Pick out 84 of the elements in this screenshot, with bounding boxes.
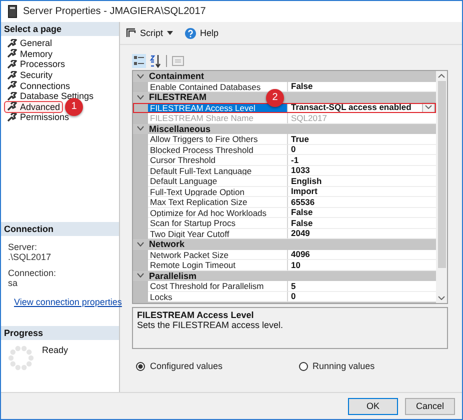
property-name[interactable]: Scan for Startup Procs bbox=[148, 218, 288, 228]
chevron-icon bbox=[137, 126, 144, 132]
help-icon bbox=[185, 28, 196, 38]
spinner-icon bbox=[8, 345, 34, 371]
window-title: Server Properties - JMAGIERA\SQL2017 bbox=[23, 6, 206, 17]
property-name[interactable]: Optimize for Ad hoc Workloads bbox=[148, 208, 288, 218]
property-value[interactable]: 1033 bbox=[291, 165, 310, 176]
sort-icon[interactable] bbox=[148, 54, 162, 68]
property-value[interactable]: 10 bbox=[291, 260, 300, 270]
description-text: Sets the FILESTREAM access level. bbox=[137, 320, 284, 330]
page-item[interactable]: Security bbox=[4, 69, 56, 82]
property-value[interactable]: 4096 bbox=[291, 249, 310, 260]
wrench-icon bbox=[7, 49, 17, 58]
page-item[interactable]: Memory bbox=[4, 48, 56, 60]
wrench-icon bbox=[7, 102, 17, 112]
property-value[interactable]: False bbox=[291, 81, 313, 92]
radio-option[interactable]: Running values bbox=[298, 361, 375, 371]
chevron-icon bbox=[137, 273, 144, 278]
step-badge: 1 bbox=[65, 98, 84, 116]
property-value[interactable]: 5 bbox=[291, 280, 296, 291]
property-name[interactable]: Cursor Threshold bbox=[148, 155, 288, 166]
categorized-icon[interactable] bbox=[132, 54, 146, 68]
property-value[interactable]: -1 bbox=[291, 154, 299, 165]
page-item[interactable]: Connections bbox=[4, 80, 74, 92]
section-header: Connection bbox=[1, 222, 119, 236]
description-title: FILESTREAM Access Level bbox=[137, 310, 255, 320]
property-value[interactable]: 65536 bbox=[291, 196, 315, 207]
property-name[interactable]: Default Language bbox=[148, 176, 288, 186]
wrench-icon bbox=[7, 92, 17, 101]
connection-user: sa bbox=[8, 278, 19, 288]
wrench-icon bbox=[7, 81, 17, 90]
wrench-icon bbox=[7, 70, 17, 80]
dialog-button[interactable]: Cancel bbox=[405, 398, 455, 414]
caret-icon bbox=[167, 31, 174, 35]
page-item[interactable]: Processors bbox=[4, 58, 68, 70]
server-name: .\SQL2017 bbox=[8, 252, 52, 262]
property-name[interactable]: Allow Triggers to Fire Others bbox=[148, 134, 288, 144]
progress-status: Ready bbox=[42, 345, 68, 357]
property-name[interactable]: Locks bbox=[148, 292, 288, 302]
property-name[interactable]: Two Digit Year Cutoff bbox=[148, 228, 288, 239]
property-name[interactable]: Network Packet Size bbox=[148, 250, 288, 260]
property-value[interactable]: False bbox=[291, 207, 313, 218]
chevron-icon bbox=[425, 105, 432, 110]
wrench-icon bbox=[7, 60, 17, 69]
script-icon bbox=[126, 28, 136, 38]
field-label: Connection: bbox=[8, 268, 58, 278]
radio-option[interactable]: Configured values bbox=[136, 361, 223, 371]
help-button[interactable]: Help bbox=[182, 26, 222, 40]
chevron-icon bbox=[137, 74, 144, 79]
property-name[interactable]: Remote Login Timeout bbox=[148, 260, 288, 270]
scroll-up-icon[interactable] bbox=[438, 74, 445, 78]
property-value[interactable]: 0 bbox=[291, 291, 296, 302]
dropdown-button[interactable] bbox=[422, 102, 435, 113]
property-value[interactable]: 0 bbox=[291, 144, 296, 154]
radio-button[interactable] bbox=[136, 362, 145, 370]
category-header[interactable]: Containment bbox=[133, 71, 436, 82]
property-value[interactable]: Import bbox=[291, 186, 318, 196]
page-item[interactable]: Advanced bbox=[4, 100, 64, 113]
wrench-icon bbox=[7, 112, 17, 122]
property-name[interactable]: Full-Text Upgrade Option bbox=[148, 186, 288, 197]
scrollbar[interactable] bbox=[436, 71, 447, 303]
category-header[interactable]: Network bbox=[133, 239, 436, 250]
field-label: Server: bbox=[8, 242, 38, 252]
property-name[interactable]: Default Full-Text Language bbox=[148, 166, 288, 176]
category-header[interactable]: Parallelism bbox=[133, 270, 436, 281]
scroll-down-icon[interactable] bbox=[438, 296, 445, 300]
property-value[interactable]: True bbox=[291, 134, 309, 144]
script-button[interactable]: Script bbox=[123, 26, 176, 40]
dialog-button[interactable]: OK bbox=[348, 398, 398, 414]
property-value[interactable]: 2049 bbox=[291, 228, 310, 238]
page-item[interactable]: General bbox=[4, 37, 56, 50]
chevron-icon bbox=[137, 242, 144, 247]
section-header: Select a page bbox=[1, 22, 119, 36]
radio-button[interactable] bbox=[298, 362, 308, 370]
property-value[interactable]: False bbox=[291, 218, 313, 228]
property-name[interactable]: Cost Threshold for Parallelism bbox=[148, 281, 288, 292]
property-name[interactable]: Max Text Replication Size bbox=[148, 197, 288, 208]
app-icon bbox=[8, 5, 17, 18]
wrench-icon bbox=[7, 38, 17, 48]
connection-properties-link[interactable]: View connection properties bbox=[14, 296, 122, 306]
chevron-icon bbox=[137, 94, 144, 100]
property-name[interactable]: Blocked Process Threshold bbox=[148, 144, 288, 155]
category-header[interactable]: Miscellaneous bbox=[133, 124, 436, 134]
section-header: Progress bbox=[1, 326, 119, 340]
